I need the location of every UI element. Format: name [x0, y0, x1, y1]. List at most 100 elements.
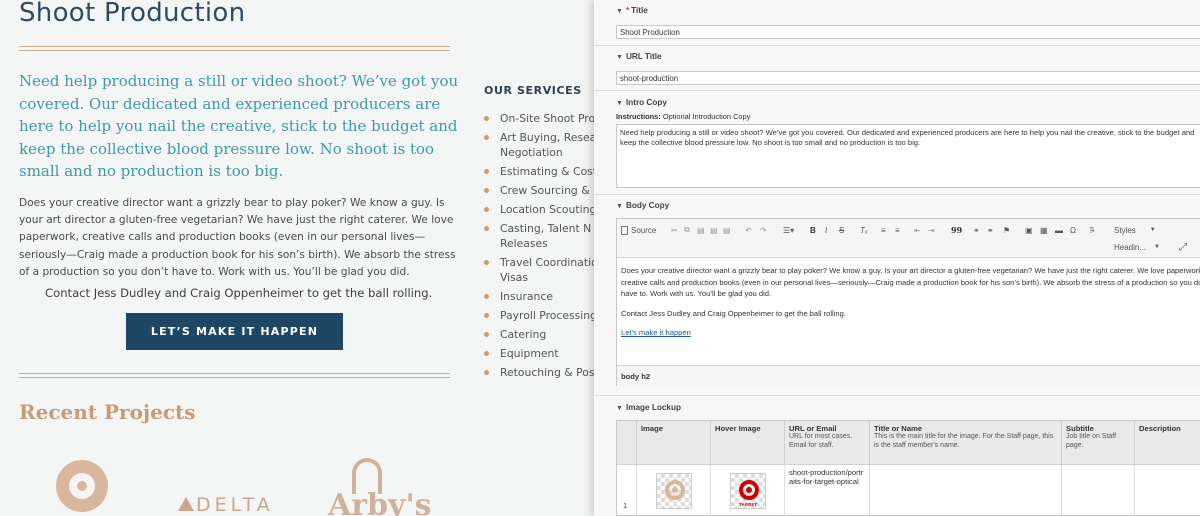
url-title-field: ▼ URL Title shoot-production	[594, 46, 1200, 91]
intro-copy-label[interactable]: ▼ Intro Copy	[616, 98, 667, 107]
editor-paragraph: Contact Jess Dudley and Craig Oppenheime…	[621, 308, 846, 318]
anchor-flag-icon[interactable]: ⚑	[1003, 224, 1010, 236]
cms-editor-panel: ▼ * Title Shoot Production ▼ URL Title shoo…	[594, 0, 1200, 516]
image-cell[interactable]	[637, 465, 711, 516]
outdent-icon[interactable]: ⇤	[914, 224, 921, 236]
title-field-label[interactable]: ▼ * Title	[616, 6, 648, 15]
paste-icon[interactable]: ▤	[697, 224, 705, 236]
image-lockup-label[interactable]: ▼ Image Lockup	[616, 403, 681, 412]
service-item[interactable]: Location Scouting	[484, 202, 600, 217]
service-item[interactable]: Art Buying, Resea Negotiation	[484, 130, 600, 160]
delta-logo[interactable]: DELTA	[178, 494, 274, 516]
intro-copy-field: ▼ Intro Copy Instructions: Optional Intro…	[594, 91, 1200, 195]
format-dropdown[interactable]: Headin... ▼	[1114, 241, 1160, 253]
collapse-caret-icon[interactable]: ▼	[616, 54, 623, 61]
service-item[interactable]: Estimating & Cost	[484, 164, 600, 179]
services-heading: OUR SERVICES	[484, 84, 582, 97]
image-lockup-grid: Image Hover Image URL or Email URL for mo…	[616, 420, 1200, 516]
column-header: Hover Image	[711, 421, 785, 465]
link-icon[interactable]: ⚭	[973, 224, 980, 236]
element-path-bar: body h2	[617, 365, 1200, 386]
rich-text-editor: Source ✂ ⧉ ▤ ▤ ▤ ↶ ↷ ☰▾ B I S Tₓ ≡ ≡ ⇤ ⇥…	[616, 218, 1200, 386]
table-icon[interactable]: ▦	[1040, 224, 1048, 236]
unlink-icon[interactable]: ⚭	[987, 224, 994, 236]
service-item[interactable]: Casting, Talent N Releases	[484, 221, 600, 251]
title-cell[interactable]	[870, 465, 1062, 516]
collapse-caret-icon[interactable]: ▼	[616, 8, 623, 15]
divider	[19, 46, 450, 51]
description-cell[interactable]	[1135, 465, 1200, 516]
editor-toolbar: Source ✂ ⧉ ▤ ▤ ▤ ↶ ↷ ☰▾ B I S Tₓ ≡ ≡ ⇤ ⇥…	[617, 219, 1200, 258]
service-item[interactable]: Travel Coordinatio Visas	[484, 255, 600, 285]
strikethrough-button[interactable]: S	[839, 224, 844, 236]
divider	[19, 373, 450, 378]
column-header: Subtitle Job title on Staff page.	[1062, 421, 1135, 465]
title-field: ▼ * Title Shoot Production	[594, 0, 1200, 46]
source-button[interactable]: Source	[621, 224, 656, 236]
target-logo-icon[interactable]	[56, 460, 108, 512]
row-number-header	[617, 421, 637, 465]
paste-text-icon[interactable]: ▤	[710, 224, 718, 236]
page-break-icon[interactable]: ⋾	[1089, 224, 1095, 236]
collapse-caret-icon[interactable]: ▼	[616, 405, 623, 412]
bold-button[interactable]: B	[810, 224, 816, 236]
service-item[interactable]: Payroll Processing	[484, 308, 600, 323]
intro-instructions: Instructions: Optional Introduction Copy	[616, 112, 751, 121]
service-item[interactable]: Insurance	[484, 289, 600, 304]
special-char-icon[interactable]: Ω	[1070, 224, 1076, 236]
service-item[interactable]: Catering	[484, 327, 600, 342]
collapse-caret-icon[interactable]: ▼	[616, 203, 623, 210]
hover-image-cell[interactable]: TARGET	[711, 465, 785, 516]
url-title-label[interactable]: ▼ URL Title	[616, 52, 662, 61]
arbys-logo[interactable]: Arby's	[328, 488, 432, 516]
url-cell[interactable]: shoot-production/portraits-for-target-op…	[785, 465, 870, 516]
url-title-input[interactable]: shoot-production	[616, 71, 1200, 85]
image-icon[interactable]: ▣	[1025, 224, 1033, 236]
service-item[interactable]: On-Site Shoot Pro	[484, 111, 600, 126]
undo-icon[interactable]: ↶	[745, 224, 752, 236]
website-preview: Shoot Production Need help producing a s…	[0, 0, 600, 516]
remove-format-icon[interactable]: Tₓ	[860, 224, 868, 236]
page-title: Shoot Production	[19, 0, 246, 28]
column-header: Image	[637, 421, 711, 465]
hover-image-thumbnail[interactable]: TARGET	[730, 473, 766, 509]
blockquote-button[interactable]: 99	[951, 224, 962, 236]
column-header: Description	[1135, 421, 1200, 465]
image-thumbnail[interactable]	[656, 473, 692, 509]
row-number-cell: 1	[617, 465, 637, 516]
paste-word-icon[interactable]: ▤	[723, 224, 731, 236]
horizontal-rule-icon[interactable]: ▬	[1055, 224, 1063, 236]
hover-caption: TARGET	[738, 502, 758, 507]
chevron-down-icon: ▼	[1154, 244, 1160, 250]
body-copy-label[interactable]: ▼ Body Copy	[616, 201, 669, 210]
redo-icon[interactable]: ↷	[760, 224, 767, 236]
bulleted-list-icon[interactable]: ≡	[895, 224, 900, 236]
contact-line: Contact Jess Dudley and Craig Oppenheime…	[45, 286, 433, 300]
element-path[interactable]: body h2	[621, 372, 650, 381]
styles-dropdown[interactable]: Styles ▼	[1114, 224, 1156, 236]
editor-link[interactable]: Let's make it happen	[621, 328, 691, 337]
cut-icon[interactable]: ✂	[671, 224, 678, 236]
column-header: Title or Name This is the main title for …	[870, 421, 1062, 465]
cta-button[interactable]: LET’S MAKE IT HAPPEN	[126, 313, 343, 350]
chevron-down-icon: ▼	[1149, 227, 1156, 233]
maximize-icon[interactable]: ⤢	[1179, 241, 1187, 253]
service-item[interactable]: Equipment	[484, 346, 600, 361]
collapse-caret-icon[interactable]: ▼	[616, 100, 623, 107]
service-item[interactable]: Crew Sourcing & I	[484, 183, 600, 198]
subtitle-cell[interactable]	[1062, 465, 1135, 516]
recent-projects-heading: Recent Projects	[19, 400, 196, 424]
indent-icon[interactable]: ⇥	[928, 224, 935, 236]
body-paragraph: Does your creative director want a grizz…	[19, 197, 456, 278]
italic-button[interactable]: I	[825, 224, 827, 236]
services-list: On-Site Shoot Pro Art Buying, Resea Nego…	[484, 111, 600, 384]
editor-content[interactable]: Does your creative director want a grizz…	[621, 265, 1200, 347]
intro-copy-textarea[interactable]: Need help producing a still or video sho…	[616, 124, 1200, 188]
editor-paragraph: Does your creative director want a grizz…	[621, 266, 1200, 299]
numbered-list-icon[interactable]: ≡	[881, 224, 886, 236]
spellcheck-icon[interactable]: ☰▾	[783, 224, 794, 236]
service-item[interactable]: Retouching & Pos	[484, 365, 600, 380]
copy-icon[interactable]: ⧉	[684, 224, 690, 236]
title-input[interactable]: Shoot Production	[616, 25, 1200, 39]
source-icon	[621, 225, 628, 235]
